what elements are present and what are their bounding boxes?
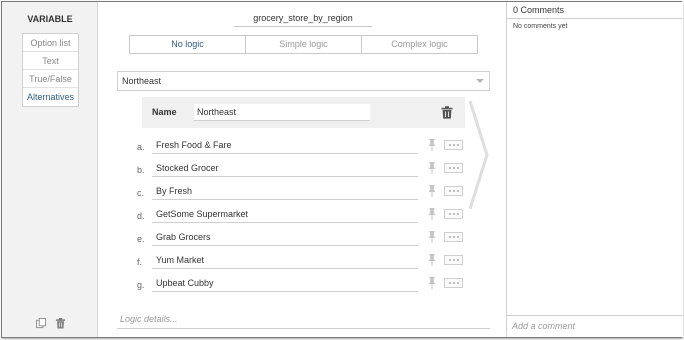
pin-icon[interactable]: [427, 277, 437, 289]
caret-down-icon: [476, 79, 484, 83]
alternative-row: d.: [137, 205, 467, 225]
tab-complex-logic[interactable]: Complex logic: [362, 36, 477, 53]
no-comments-text: No comments yet: [513, 23, 568, 30]
comments-panel: 0 Comments No comments yet Add a comment: [506, 2, 683, 337]
name-label: Name: [152, 107, 177, 117]
group-name-input[interactable]: [194, 104, 370, 121]
more-options-button[interactable]: [444, 163, 463, 173]
alternative-input[interactable]: [152, 160, 418, 177]
pin-icon[interactable]: [427, 162, 437, 174]
pin-icon[interactable]: [427, 185, 437, 197]
more-options-button[interactable]: [444, 278, 463, 288]
logic-details-field[interactable]: Logic details...: [117, 312, 490, 329]
alternatives-editor: grocery_store_by_region No logic Simple …: [99, 2, 506, 337]
alternative-row: b.: [137, 159, 467, 179]
alternative-input[interactable]: [152, 137, 418, 154]
variable-editor-window: VARIABLE Option list Text True/False Alt…: [1, 1, 683, 338]
type-option-list[interactable]: Option list: [23, 34, 78, 52]
alternative-row: e.: [137, 228, 467, 248]
variable-actions: [36, 318, 66, 329]
panel-title: VARIABLE: [27, 14, 73, 24]
alternative-letter: d.: [137, 211, 145, 221]
alternative-row: c.: [137, 182, 467, 202]
alternative-input[interactable]: [152, 206, 418, 223]
alternative-input[interactable]: [152, 252, 418, 269]
more-options-button[interactable]: [444, 140, 463, 150]
variable-name-field[interactable]: grocery_store_by_region: [234, 11, 372, 27]
alternative-row: f.: [137, 251, 467, 271]
more-options-button[interactable]: [444, 232, 463, 242]
group-select-value: Northeast: [122, 76, 162, 86]
alternative-input[interactable]: [152, 229, 418, 246]
logic-mode-tabs: No logic Simple logic Complex logic: [129, 35, 478, 54]
alternative-input[interactable]: [152, 183, 418, 200]
type-true-false[interactable]: True/False: [23, 70, 78, 88]
tab-simple-logic[interactable]: Simple logic: [246, 36, 362, 53]
alternative-letter: b.: [137, 165, 145, 175]
type-alternatives[interactable]: Alternatives: [23, 88, 78, 106]
pin-icon[interactable]: [427, 139, 437, 151]
next-group-chevron-icon[interactable]: [468, 99, 490, 211]
comments-count: 0 Comments: [507, 2, 683, 19]
alternative-row: g.: [137, 274, 467, 294]
variable-type-panel: VARIABLE Option list Text True/False Alt…: [2, 2, 98, 337]
pin-icon[interactable]: [427, 208, 437, 220]
alternative-row: a.: [137, 136, 467, 156]
delete-group-icon[interactable]: [441, 106, 453, 119]
alternative-letter: c.: [137, 188, 145, 198]
copy-icon[interactable]: [36, 318, 47, 329]
more-options-button[interactable]: [444, 186, 463, 196]
more-options-button[interactable]: [444, 255, 463, 265]
alternative-letter: g.: [137, 280, 145, 290]
variable-type-list: Option list Text True/False Alternatives: [22, 33, 79, 107]
alternative-letter: a.: [137, 142, 145, 152]
add-comment-input[interactable]: Add a comment: [507, 315, 683, 337]
pin-icon[interactable]: [427, 231, 437, 243]
alternative-letter: e.: [137, 234, 145, 244]
more-options-button[interactable]: [444, 209, 463, 219]
alternative-letter: f.: [137, 257, 143, 267]
trash-icon[interactable]: [55, 318, 66, 329]
tab-no-logic[interactable]: No logic: [130, 36, 246, 53]
pin-icon[interactable]: [427, 254, 437, 266]
type-text[interactable]: Text: [23, 52, 78, 70]
group-select[interactable]: Northeast: [117, 71, 490, 91]
alternative-input[interactable]: [152, 275, 418, 292]
group-name-row: Name: [142, 97, 465, 128]
